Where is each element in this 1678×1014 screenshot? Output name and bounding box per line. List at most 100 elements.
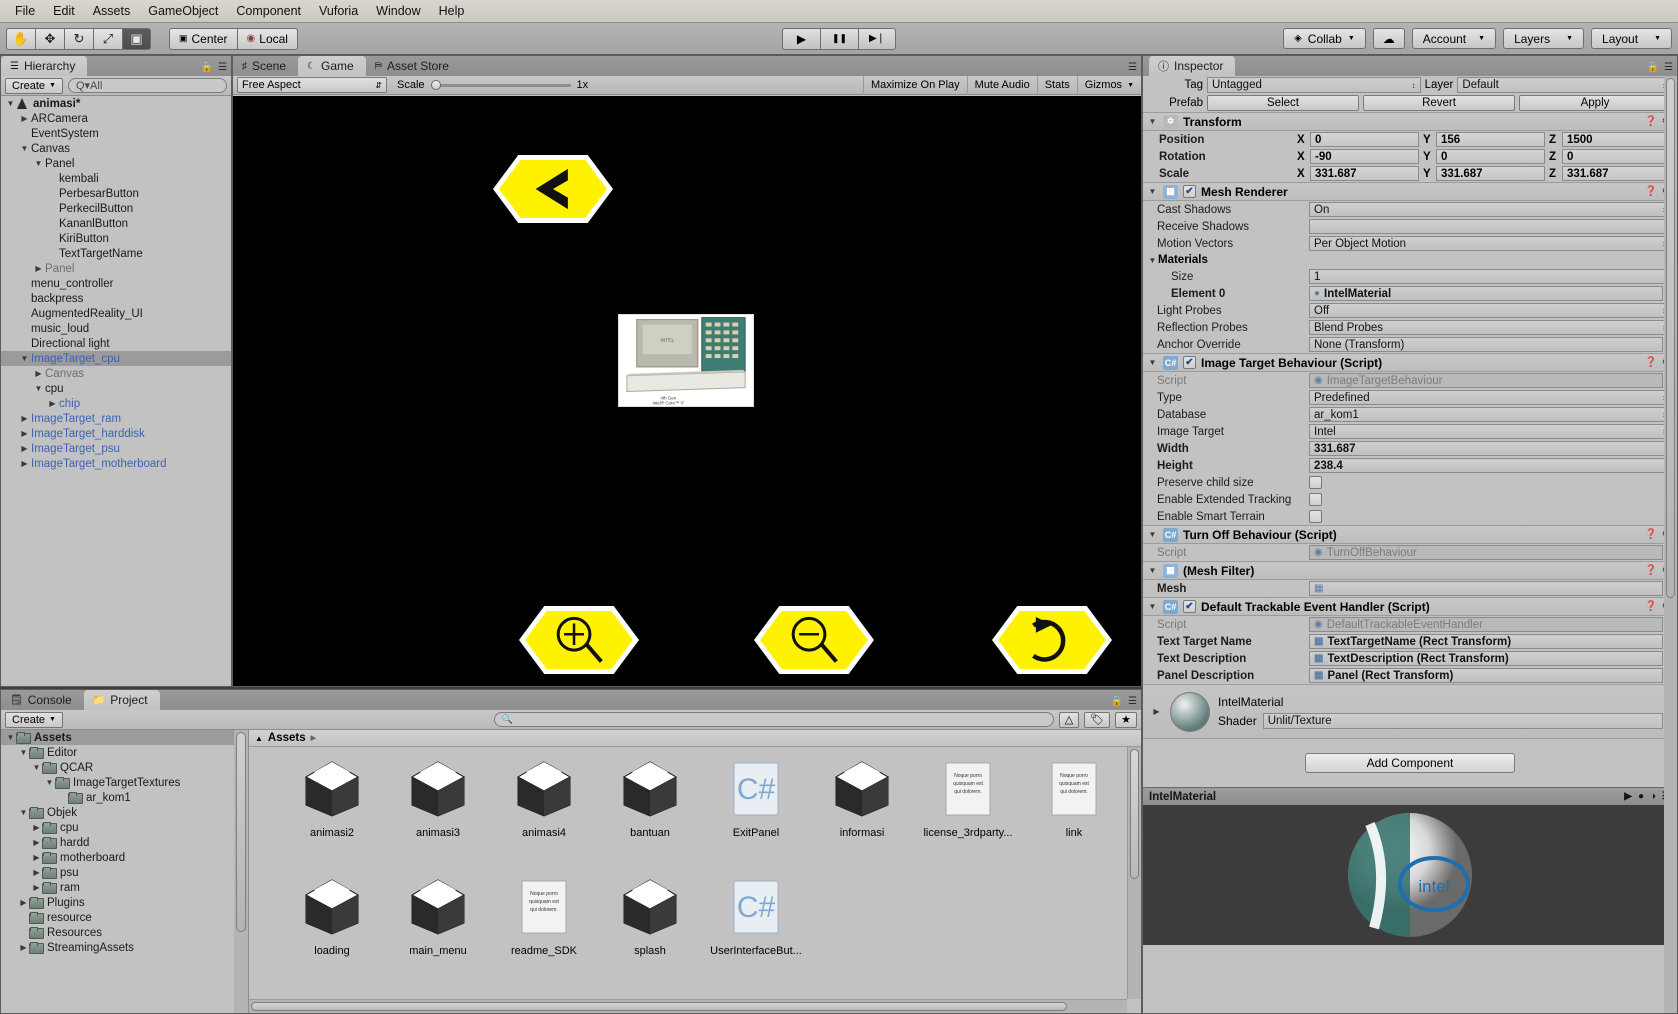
project-folder-ram[interactable]: ▶ ram [1,880,248,895]
rotate-tool[interactable]: ↻ [64,27,93,50]
tab-console[interactable]: 🗒 Console [1,690,84,710]
type-dropdown[interactable]: Predefined↕ [1309,390,1671,405]
project-folder-cpu[interactable]: ▶ cpu [1,820,248,835]
axis-input[interactable]: -90 [1310,149,1419,164]
menu-item-help[interactable]: Help [430,2,474,20]
menu-item-file[interactable]: File [6,2,44,20]
hierarchy-item-kananlbutton[interactable]: ▶KananlButton [1,216,231,231]
scrollbar-thumb[interactable] [1130,749,1139,879]
space-local-button[interactable]: ◉ Local [236,27,298,50]
hierarchy-item-kembali[interactable]: ▶kembali [1,171,231,186]
expand-arrow-open-icon[interactable]: ▼ [18,748,29,757]
expand-arrow-closed-icon[interactable]: ▶ [47,219,58,228]
project-folder-plugins[interactable]: ▶ Plugins [1,895,248,910]
expand-arrow-closed-icon[interactable]: ▶ [19,339,30,348]
expand-arrow-open-icon[interactable]: ▼ [1147,602,1158,611]
project-folder-hardd[interactable]: ▶ hardd [1,835,248,850]
reference-field[interactable]: ▦ TextTargetName (Rect Transform) [1309,634,1663,649]
expand-arrow-closed-icon[interactable]: ▶ [31,883,42,892]
expand-arrow-open-icon[interactable]: ▼ [1147,530,1158,539]
help-icon[interactable]: ❓ [1645,186,1657,197]
expand-arrow-open-icon[interactable]: ▼ [44,778,55,787]
move-tool[interactable]: ✥ [35,27,64,50]
component-enabled-checkbox[interactable] [1183,185,1196,198]
help-icon[interactable]: ❓ [1645,601,1657,612]
asset-item[interactable]: C# ExitPanel [703,757,809,875]
project-folder-resource[interactable]: ▶ resource [1,910,248,925]
tab-scene[interactable]: ♯ Scene [233,56,299,76]
hierarchy-item-imagetarget_motherboard[interactable]: ▶ ImageTarget_motherboard [1,456,231,471]
project-folder-motherboard[interactable]: ▶ motherboard [1,850,248,865]
expand-arrow-open-icon[interactable]: ▼ [1147,566,1158,575]
slider-knob[interactable] [430,80,441,90]
expand-arrow-closed-icon[interactable]: ▶ [18,928,29,937]
project-tree-scrollbar[interactable] [234,730,248,1013]
expand-arrow-closed-icon[interactable]: ▶ [47,204,58,213]
hierarchy-panel-menu[interactable]: 🔒 ☰ [201,62,227,73]
expand-arrow-closed-icon[interactable]: ▶ [19,324,30,333]
expand-arrow-open-icon[interactable]: ▼ [1147,256,1158,265]
stats-button[interactable]: Stats [1036,75,1077,95]
expand-arrow-closed-icon[interactable]: ▶ [19,279,30,288]
script-field[interactable]: ◉ TurnOffBehaviour [1309,545,1663,560]
filter-type-button[interactable]: △ [1058,711,1080,728]
light-probes-dropdown[interactable]: Off↕ [1309,303,1671,318]
menu-item-vuforia[interactable]: Vuforia [310,2,367,20]
expand-arrow-closed-icon[interactable]: ▶ [19,444,30,453]
expand-arrow-closed-icon[interactable]: ▶ [47,399,58,408]
expand-arrow-open-icon[interactable]: ▼ [33,159,44,168]
hierarchy-item-perkecilbutton[interactable]: ▶PerkecilButton [1,201,231,216]
maximize-on-play-button[interactable]: Maximize On Play [863,75,967,95]
project-create-button[interactable]: Create ▼ [5,711,63,728]
menu-item-edit[interactable]: Edit [44,2,84,20]
inspector-scrollbar[interactable] [1664,76,1677,1013]
account-button[interactable]: Account ▼ [1411,28,1497,49]
extended-tracking-checkbox[interactable] [1309,493,1322,506]
tab-hierarchy[interactable]: ☰ Hierarchy [1,56,88,76]
expand-arrow-open-icon[interactable]: ▼ [1147,358,1158,367]
play-button[interactable]: ▶ [782,27,820,50]
hierarchy-item-panel[interactable]: ▼ Panel [1,156,231,171]
expand-arrow-open-icon[interactable]: ▼ [1147,117,1158,126]
asset-item[interactable]: Noque porro quisquam est qui dolorem. readm… [491,875,597,993]
preview-sphere-icon[interactable]: ◑ [1650,791,1656,802]
scale-slider[interactable] [430,79,571,91]
material-element-0[interactable]: ● IntelMaterial [1309,286,1663,301]
hierarchy-item-perbesarbutton[interactable]: ▶PerbesarButton [1,186,231,201]
zoom-in-button[interactable] [517,604,641,676]
rect-tool[interactable]: ▣ [122,27,151,50]
project-folder-ar_kom1[interactable]: ▶ ar_kom1 [1,790,248,805]
height-input[interactable]: 238.4 [1309,458,1671,473]
axis-input[interactable]: 331.687 [1436,166,1545,181]
script-field[interactable]: ◉ DefaultTrackableEventHandler [1309,617,1663,632]
expand-arrow-open-icon[interactable]: ▼ [18,808,29,817]
scroll-up-icon[interactable]: ▲ [255,734,263,743]
hand-tool[interactable]: ✋ [6,27,35,50]
filter-label-button[interactable]: 🏷 [1084,711,1111,728]
axis-input[interactable]: 0 [1562,149,1671,164]
expand-arrow-closed-icon[interactable]: ▶ [47,189,58,198]
prefab-revert-button[interactable]: Revert [1363,95,1515,111]
hierarchy-item-imagetarget_harddisk[interactable]: ▶ ImageTarget_harddisk [1,426,231,441]
pivot-center-button[interactable]: ▣ Center [169,27,237,50]
database-dropdown[interactable]: ar_kom1↕ [1309,407,1671,422]
cloud-button[interactable]: ☁ [1372,28,1405,49]
project-folder-objek[interactable]: ▼ Objek [1,805,248,820]
tab-game[interactable]: ☾ Game [298,56,366,76]
expand-arrow-closed-icon[interactable]: ▶ [47,174,58,183]
tag-dropdown[interactable]: Untagged ↕ [1207,77,1421,93]
smart-terrain-checkbox[interactable] [1309,510,1322,523]
layout-button[interactable]: Layout ▼ [1591,28,1672,49]
reference-field[interactable]: ▦ TextDescription (Rect Transform) [1309,651,1663,666]
menu-item-window[interactable]: Window [367,2,429,20]
project-folder-psu[interactable]: ▶ psu [1,865,248,880]
expand-arrow-closed-icon[interactable]: ▶ [18,913,29,922]
scale-tool[interactable]: ⤢ [93,27,122,50]
asset-item[interactable]: loading [279,875,385,993]
hierarchy-item-canvas[interactable]: ▼ Canvas [1,141,231,156]
expand-arrow-open-icon[interactable]: ▼ [19,144,30,153]
hierarchy-item-arcamera[interactable]: ▶ ARCamera [1,111,231,126]
hierarchy-item-imagetarget_ram[interactable]: ▶ ImageTarget_ram [1,411,231,426]
expand-arrow-open-icon[interactable]: ▼ [1147,187,1158,196]
asset-item[interactable]: animasi4 [491,757,597,875]
